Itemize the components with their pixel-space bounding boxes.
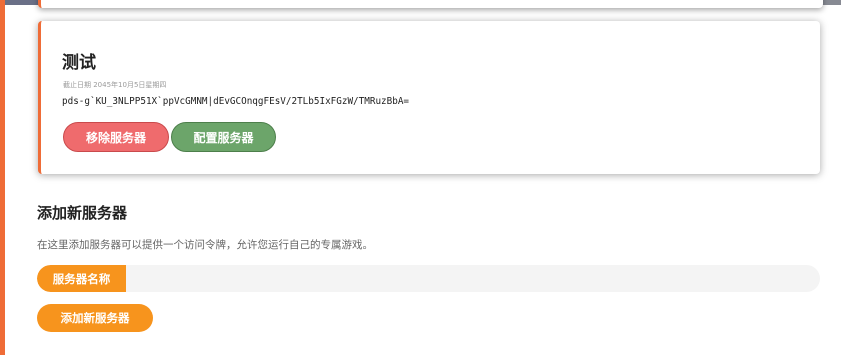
server-name-input[interactable] [126,265,820,292]
server-access-token: pds-g`KU_3NLPP51X`ppVcGMNM|dEvGCOnqgFEsV… [62,96,410,107]
server-name-label: 服务器名称 [37,265,126,292]
add-server-description: 在这里添加服务器可以提供一个访问令牌，允许您运行自己的专属游戏。 [37,239,373,251]
server-card: 测试 截止日期 2045年10月5日星期四 pds-g`KU_3NLPP51X`… [38,21,820,174]
add-server-button[interactable]: 添加新服务器 [37,304,153,332]
configure-server-button[interactable]: 配置服务器 [171,122,276,152]
server-expiry-date: 截止日期 2045年10月5日星期四 [63,81,167,89]
left-accent-stripe [0,0,5,355]
server-name-field: 服务器名称 [37,265,820,292]
remove-server-button[interactable]: 移除服务器 [63,122,169,152]
page: 测试 截止日期 2045年10月5日星期四 pds-g`KU_3NLPP51X`… [0,0,841,355]
previous-server-card [38,0,823,8]
server-name: 测试 [62,53,96,73]
add-server-title: 添加新服务器 [37,204,128,222]
